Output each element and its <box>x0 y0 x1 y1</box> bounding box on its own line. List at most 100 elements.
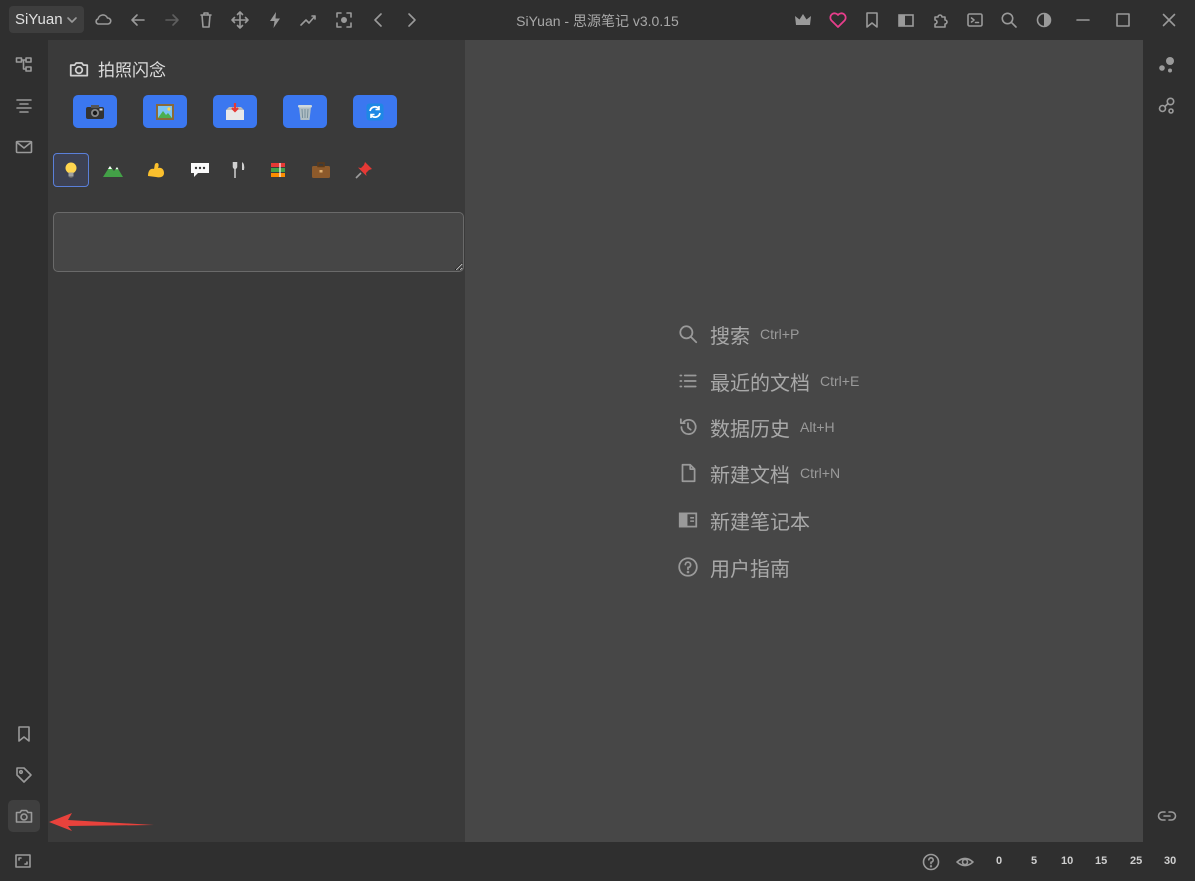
vip-button[interactable] <box>791 8 815 32</box>
crown-icon <box>795 14 811 25</box>
tag-dock-button[interactable] <box>8 759 40 791</box>
plugin-icon <box>934 14 948 28</box>
zoom-level[interactable]: 15 <box>1095 855 1107 867</box>
empty-action-label: 新建文档 <box>710 464 790 487</box>
fullscreen-button[interactable] <box>13 851 33 871</box>
graph-trend-button[interactable] <box>297 8 321 32</box>
help-icon <box>678 557 698 577</box>
move-icon <box>231 11 249 29</box>
bookmark-toolbar-button[interactable] <box>860 8 884 32</box>
minimize-button[interactable] <box>1071 8 1095 32</box>
chevron-right-icon <box>408 13 416 27</box>
panel-title: 拍照闪念 <box>98 61 166 80</box>
zoom-level[interactable]: 25 <box>1130 855 1142 867</box>
empty-new-notebook-action[interactable]: 新建笔记本 <box>677 507 810 534</box>
trash-icon <box>200 12 212 28</box>
theme-icon <box>1036 12 1052 28</box>
tag-mountain[interactable] <box>95 153 131 187</box>
editor-empty-area: 搜索 Ctrl+P 最近的文档 Ctrl+E 数据历史 Alt+H 新建文档 C… <box>465 40 1143 842</box>
save-to-inbox-button[interactable] <box>213 95 257 128</box>
zoom-level[interactable]: 0 <box>996 855 1002 867</box>
clear-button[interactable] <box>283 95 327 128</box>
maximize-button[interactable] <box>1111 8 1135 32</box>
search-toolbar-button[interactable] <box>997 8 1021 32</box>
refresh-icon <box>366 103 384 120</box>
tag-fork-knife[interactable] <box>221 153 257 187</box>
tag-bulb[interactable] <box>53 153 89 187</box>
theme-button[interactable] <box>1032 8 1056 32</box>
empty-recent-docs-action[interactable]: 最近的文档 Ctrl+E <box>677 368 859 395</box>
left-dock <box>0 40 48 842</box>
window-title: SiYuan - 思源笔记 v3.0.15 <box>516 13 679 29</box>
cloud-sync-icon <box>95 14 112 25</box>
global-graph-dock-button[interactable] <box>1151 90 1183 122</box>
inbox-dock-button[interactable] <box>8 131 40 163</box>
focus-button[interactable] <box>332 8 356 32</box>
bookmark-dock-button[interactable] <box>8 718 40 750</box>
chevron-right-button[interactable] <box>400 8 424 32</box>
file-icon <box>681 463 696 483</box>
file-tree-dock-button[interactable] <box>8 49 40 81</box>
empty-action-shortcut: Alt+H <box>800 419 835 435</box>
plugin-button[interactable] <box>929 8 953 32</box>
tag-pushpin[interactable] <box>346 153 382 187</box>
close-button[interactable] <box>1157 8 1181 32</box>
tag-muscle[interactable] <box>138 153 174 187</box>
terminal-button[interactable] <box>963 8 987 32</box>
picture-icon <box>156 103 174 120</box>
empty-data-history-action[interactable]: 数据历史 Alt+H <box>677 414 835 441</box>
eye-icon <box>956 857 974 867</box>
forward-button[interactable] <box>160 8 184 32</box>
muscle-icon <box>148 163 164 178</box>
cloud-sync-button[interactable] <box>91 8 115 32</box>
zoom-level[interactable]: 10 <box>1061 855 1073 867</box>
flash-camera-dock-button[interactable] <box>8 800 40 832</box>
wastebasket-icon <box>298 104 312 120</box>
status-bar: 0 5 10 15 25 30 <box>0 842 1195 881</box>
help-button[interactable] <box>921 852 941 872</box>
camera-icon <box>69 61 89 76</box>
lightning-button[interactable] <box>263 8 287 32</box>
layout-button[interactable] <box>894 8 918 32</box>
graph-dock-button[interactable] <box>1151 49 1183 81</box>
read-mode-button[interactable] <box>955 852 975 872</box>
empty-user-guide-action[interactable]: 用户指南 <box>677 554 790 581</box>
focus-icon <box>336 12 352 28</box>
insert-image-button[interactable] <box>143 95 187 128</box>
search-icon <box>679 325 698 344</box>
empty-new-doc-action[interactable]: 新建文档 Ctrl+N <box>677 460 841 487</box>
refresh-button[interactable] <box>353 95 397 128</box>
flash-note-panel: 拍照闪念 <box>48 40 465 842</box>
tag-briefcase[interactable] <box>303 153 339 187</box>
lightning-icon <box>270 12 280 28</box>
backlink-icon <box>1157 811 1177 821</box>
sponsor-button[interactable] <box>826 8 850 32</box>
chevron-left-button[interactable] <box>366 8 390 32</box>
trash-button[interactable] <box>194 8 218 32</box>
fork-knife-icon <box>232 162 245 178</box>
empty-action-shortcut: Ctrl+N <box>800 465 841 481</box>
take-photo-button[interactable] <box>73 95 117 128</box>
zoom-level[interactable]: 5 <box>1031 855 1037 867</box>
workspace-menu-button[interactable]: SiYuan <box>9 6 84 33</box>
books-icon <box>271 163 285 177</box>
search-icon <box>1001 12 1017 28</box>
backlink-dock-button[interactable] <box>1151 800 1183 832</box>
move-button[interactable] <box>228 8 252 32</box>
flash-note-input[interactable] <box>53 212 464 272</box>
history-icon <box>679 418 697 436</box>
empty-action-label: 用户指南 <box>710 558 790 581</box>
tag-books[interactable] <box>260 153 296 187</box>
zoom-level[interactable]: 30 <box>1164 855 1176 867</box>
pushpin-icon <box>355 162 372 179</box>
empty-action-label: 数据历史 <box>710 418 790 441</box>
global-graph-icon <box>1158 97 1175 114</box>
empty-search-action[interactable]: 搜索 Ctrl+P <box>677 321 799 348</box>
tag-speech[interactable] <box>182 153 218 187</box>
close-icon <box>1162 13 1176 27</box>
notebook-icon <box>678 512 698 528</box>
graph-trend-icon <box>300 15 316 26</box>
back-button[interactable] <box>126 8 150 32</box>
outline-dock-button[interactable] <box>8 90 40 122</box>
graph-icon <box>1159 57 1174 73</box>
